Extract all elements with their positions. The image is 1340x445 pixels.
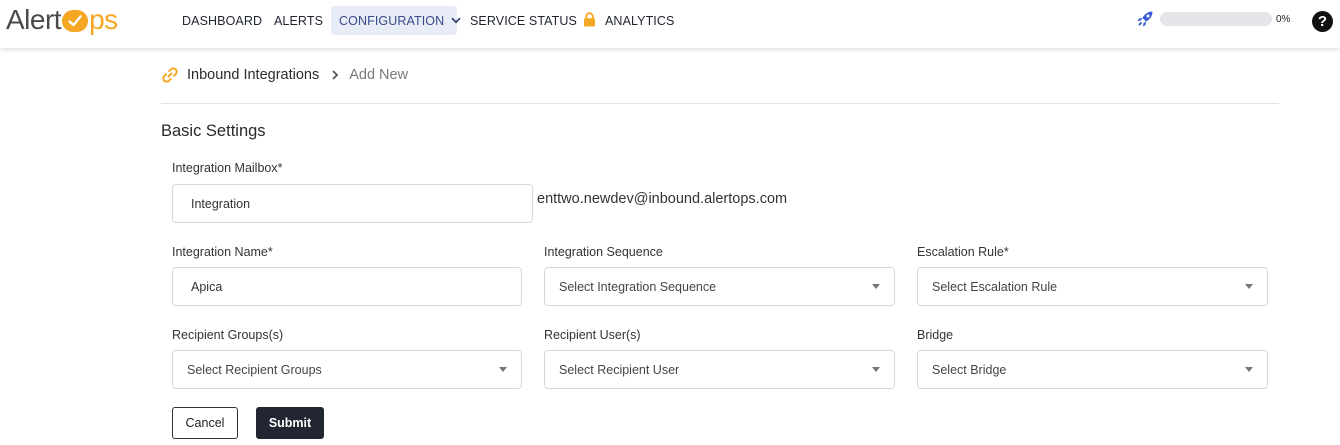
recipient-groups-select[interactable]: Select Recipient Groups [172, 350, 522, 389]
recipient-users-label: Recipient User(s) [544, 328, 641, 342]
top-navigation-bar: Alert ps DASHBOARD ALERTS CONFIGURATION … [0, 0, 1340, 48]
dropdown-caret-icon [872, 284, 880, 289]
nav-service-status-label: SERVICE STATUS [470, 13, 577, 28]
dropdown-caret-icon [1245, 367, 1253, 372]
breadcrumb: Inbound Integrations Add New [161, 64, 408, 86]
help-icon[interactable]: ? [1312, 11, 1333, 32]
lock-icon [583, 11, 596, 30]
breadcrumb-current: Add New [349, 67, 409, 83]
bridge-placeholder: Select Bridge [932, 362, 1007, 377]
submit-button[interactable]: Submit [256, 407, 324, 439]
escalation-rule-select[interactable]: Select Escalation Rule [917, 267, 1268, 306]
nav-configuration[interactable]: CONFIGURATION [331, 6, 461, 35]
logo-text-right: ps [89, 4, 118, 35]
rocket-icon [1136, 10, 1154, 28]
integration-sequence-label: Integration Sequence [544, 245, 663, 259]
recipient-groups-placeholder: Select Recipient Groups [187, 362, 322, 377]
setup-progress[interactable]: 0% [1136, 10, 1290, 28]
escalation-rule-placeholder: Select Escalation Rule [932, 279, 1058, 294]
logo-check-icon [62, 10, 89, 32]
nav-alerts[interactable]: ALERTS [274, 6, 323, 35]
link-icon [161, 66, 179, 84]
cancel-button[interactable]: Cancel [172, 407, 238, 439]
progress-bar [1160, 12, 1272, 26]
bridge-label: Bridge [917, 328, 954, 342]
chevron-down-icon [451, 17, 461, 24]
logo-text-left: Alert [6, 4, 62, 35]
dropdown-caret-icon [872, 367, 880, 372]
alertops-logo[interactable]: Alert ps [6, 4, 118, 36]
integration-mailbox-label: Integration Mailbox* [172, 161, 283, 175]
recipient-users-placeholder: Select Recipient User [559, 362, 680, 377]
dropdown-caret-icon [1245, 284, 1253, 289]
integration-sequence-placeholder: Select Integration Sequence [559, 279, 717, 294]
integration-name-label: Integration Name* [172, 245, 273, 259]
mailbox-domain-suffix: enttwo.newdev@inbound.alertops.com [537, 191, 788, 207]
integration-sequence-select[interactable]: Select Integration Sequence [544, 267, 895, 306]
dropdown-caret-icon [499, 367, 507, 372]
integration-name-input[interactable] [172, 267, 522, 306]
section-title-basic-settings: Basic Settings [161, 122, 266, 140]
recipient-groups-label: Recipient Groups(s) [172, 328, 284, 342]
nav-service-status[interactable]: SERVICE STATUS [470, 6, 596, 35]
recipient-users-select[interactable]: Select Recipient User [544, 350, 895, 389]
progress-label: 0% [1276, 13, 1291, 25]
bridge-select[interactable]: Select Bridge [917, 350, 1268, 389]
chevron-right-icon [331, 70, 339, 80]
integration-mailbox-input[interactable] [172, 184, 533, 223]
breadcrumb-inbound-integrations[interactable]: Inbound Integrations [187, 67, 319, 83]
nav-analytics[interactable]: ANALYTICS [605, 6, 674, 35]
nav-dashboard[interactable]: DASHBOARD [182, 6, 262, 35]
escalation-rule-label: Escalation Rule* [917, 245, 1009, 259]
header-divider [161, 103, 1279, 104]
nav-configuration-label: CONFIGURATION [339, 13, 445, 28]
